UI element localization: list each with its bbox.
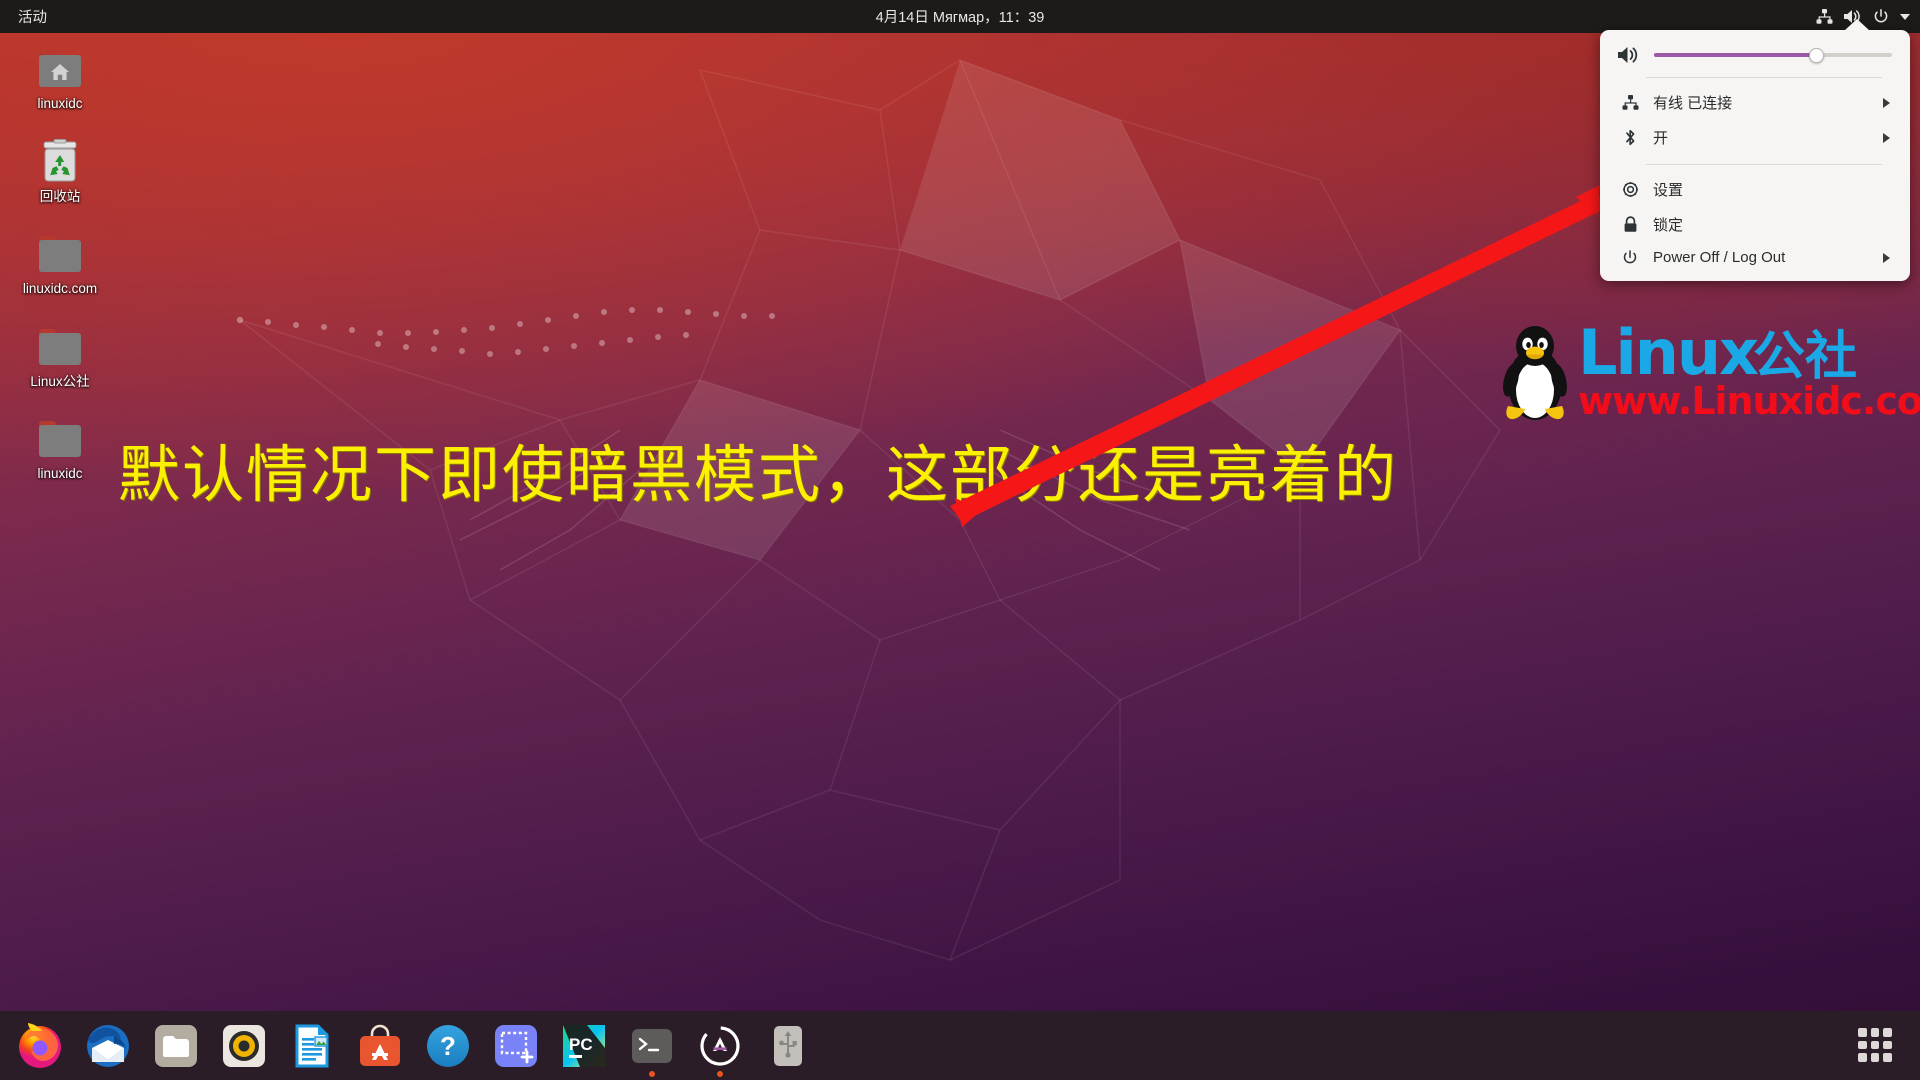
pycharm-icon: PC <box>563 1024 605 1067</box>
lock-icon <box>1618 216 1642 233</box>
linuxidc-watermark-logo: Linux 公社 www.Linuxidc.com <box>1496 322 1920 426</box>
dock-item-rhythmbox[interactable] <box>210 1012 278 1080</box>
svg-text:?: ? <box>440 1031 456 1061</box>
menu-item-lock[interactable]: 锁定 <box>1600 207 1910 242</box>
home-folder-icon <box>10 39 110 91</box>
desktop-icon-trash[interactable]: 回收站 <box>10 126 110 205</box>
screenshot-icon <box>495 1024 537 1067</box>
slider-fill <box>1654 53 1816 57</box>
logo-wordmark: Linux 公社 www.Linuxidc.com <box>1578 316 1920 423</box>
svg-text:PC: PC <box>569 1035 593 1054</box>
trash-icon <box>10 132 110 184</box>
rhythmbox-icon <box>223 1024 265 1067</box>
volume-high-icon <box>1618 46 1642 64</box>
dock-item-pycharm[interactable]: PC <box>550 1012 618 1080</box>
folder-icon <box>10 409 110 461</box>
firefox-icon <box>19 1022 61 1068</box>
desktop-icon-label: linuxidc.com <box>22 281 98 297</box>
menu-item-label: 有线 已连接 <box>1653 95 1733 112</box>
menu-item-label: 锁定 <box>1653 217 1684 234</box>
menu-divider <box>1646 77 1882 78</box>
desktop-icon-folder-2[interactable]: Linux公社 <box>10 311 110 390</box>
chevron-right-icon <box>1883 97 1890 108</box>
grid-dot <box>1883 1053 1892 1062</box>
network-wired-icon <box>1816 9 1833 24</box>
usb-drive-icon <box>774 1025 802 1066</box>
running-indicator <box>649 1070 655 1077</box>
dock-item-files[interactable] <box>142 1012 210 1080</box>
thunderbird-icon <box>87 1024 129 1067</box>
desktop-icon-column: linuxidc 回收站 linuxidc.com Linux公社 linuxi… <box>0 33 120 496</box>
grid-dot <box>1870 1028 1880 1037</box>
dock-item-firefox[interactable] <box>6 1012 74 1080</box>
dock-item-ubuntu-software[interactable] <box>346 1012 414 1080</box>
desktop-icon-folder-3[interactable]: linuxidc <box>10 403 110 482</box>
tux-penguin-icon <box>1503 326 1567 420</box>
logo-brand: Linux <box>1578 316 1759 389</box>
dock-items: ? PC <box>0 1012 822 1080</box>
menu-item-label: Power Off / Log Out <box>1653 249 1786 266</box>
grid-dot <box>1883 1028 1892 1037</box>
grid-dot <box>1858 1053 1867 1062</box>
desktop-icon-label: 回收站 <box>39 188 81 204</box>
terminal-icon <box>632 1028 672 1063</box>
bluetooth-icon <box>1618 129 1642 146</box>
grid-dot <box>1870 1040 1880 1050</box>
power-icon <box>1873 8 1889 25</box>
chevron-right-icon <box>1883 252 1890 263</box>
menu-item-power[interactable]: Power Off / Log Out <box>1600 242 1910 273</box>
menu-item-label: 开 <box>1653 130 1669 147</box>
clock-label: 4月14日 Мягмар，11：39 <box>875 10 1045 26</box>
show-applications-button[interactable] <box>1854 1024 1896 1066</box>
menu-item-network[interactable]: 有线 已连接 <box>1600 85 1910 120</box>
desktop-icon-label: linuxidc <box>37 466 83 482</box>
desktop-icon-label: Linux公社 <box>30 373 90 389</box>
dock-item-help[interactable]: ? <box>414 1012 482 1080</box>
network-wired-icon <box>1618 95 1642 110</box>
dock-item-thunderbird[interactable] <box>74 1012 142 1080</box>
software-updater-icon <box>700 1025 740 1066</box>
volume-slider[interactable] <box>1654 46 1892 64</box>
help-icon: ? <box>427 1024 469 1067</box>
chevron-right-icon <box>1883 132 1890 143</box>
menu-item-bluetooth[interactable]: 开 <box>1600 120 1910 155</box>
menu-pointer <box>1844 19 1870 31</box>
running-indicator <box>717 1070 723 1077</box>
desktop-icon-home[interactable]: linuxidc <box>10 33 110 112</box>
top-bar: 活动 4月14日 Мягмар，11：39 <box>0 0 1920 33</box>
dock-item-screenshot[interactable] <box>482 1012 550 1080</box>
desktop-icon-folder-1[interactable]: linuxidc.com <box>10 218 110 297</box>
dock-item-libreoffice-writer[interactable] <box>278 1012 346 1080</box>
slider-knob[interactable] <box>1808 47 1824 63</box>
grid-dot <box>1858 1040 1867 1050</box>
system-menu-panel: 有线 已连接 开 设置 锁定 Power Off / Log Out <box>1600 19 1910 281</box>
annotation-text: 默认情况下即使暗黑模式，这部分还是亮着的 <box>118 438 1399 511</box>
logo-brand-cn: 公社 <box>1753 328 1858 386</box>
folder-icon <box>10 317 110 369</box>
dock-item-usb-drive[interactable] <box>754 1012 822 1080</box>
menu-divider <box>1646 164 1882 165</box>
desktop-icon-label: linuxidc <box>37 96 83 111</box>
dock-item-terminal[interactable] <box>618 1012 686 1080</box>
folder-icon <box>10 224 110 276</box>
clock-button[interactable]: 4月14日 Мягмар，11：39 <box>0 0 1920 33</box>
dock: ? PC <box>0 1011 1920 1080</box>
menu-item-label: 设置 <box>1653 182 1684 199</box>
files-icon <box>155 1024 197 1067</box>
dock-item-software-updater[interactable] <box>686 1012 754 1080</box>
ubuntu-software-icon <box>360 1024 400 1066</box>
logo-url: www.Linuxidc.com <box>1578 379 1920 423</box>
menu-item-settings[interactable]: 设置 <box>1600 172 1910 207</box>
grid-dot <box>1858 1028 1867 1037</box>
grid-dot <box>1870 1053 1880 1062</box>
libreoffice-writer-icon <box>295 1024 329 1067</box>
grid-dot <box>1883 1040 1892 1050</box>
chevron-down-icon <box>1900 13 1910 20</box>
power-icon <box>1618 249 1642 266</box>
settings-gear-icon <box>1618 181 1642 198</box>
volume-row[interactable] <box>1600 40 1910 68</box>
